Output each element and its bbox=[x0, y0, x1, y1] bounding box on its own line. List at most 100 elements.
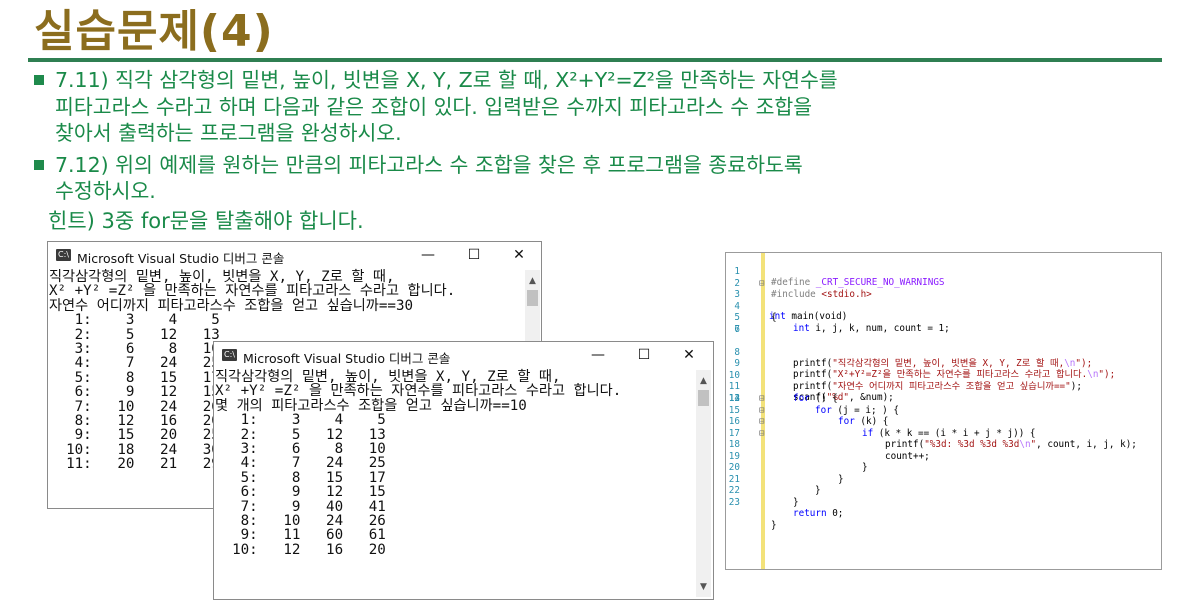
code-text: } bbox=[815, 485, 821, 496]
code-text: , &num); bbox=[848, 392, 894, 403]
close-button[interactable]: ✕ bbox=[509, 246, 529, 264]
keyword: for bbox=[793, 393, 810, 404]
code-text: (k * k == (i * i + j * j)) { bbox=[873, 427, 1036, 439]
console-titlebar[interactable]: C:\ Microsoft Visual Studio 디버그 콘솔 — ☐ ✕ bbox=[214, 342, 713, 370]
preprocessor-directive: #include bbox=[771, 288, 816, 300]
string-literal: "직각삼각형의 밑변, 높이, 빗변을 X, Y, Z로 할 때, bbox=[832, 357, 1065, 369]
code-line: 10 printf("자연수 어디까지 피타고라스수 조합을 얻고 싶습니까==… bbox=[726, 359, 1082, 392]
line-number: 19 bbox=[728, 450, 740, 462]
code-line: return 0; bbox=[726, 508, 843, 531]
console-titlebar[interactable]: C:\ Microsoft Visual Studio 디버그 콘솔 — ☐ ✕ bbox=[48, 242, 541, 270]
code-text: { bbox=[771, 311, 777, 323]
code-line: 3 ⊟ int main(void) bbox=[726, 278, 847, 322]
keyword: return bbox=[793, 508, 827, 519]
function-name: printf( bbox=[885, 439, 925, 450]
scroll-up-arrow-icon[interactable]: ▲ bbox=[696, 374, 711, 388]
code-line: 4 { bbox=[726, 290, 776, 323]
console-app-icon: C:\ bbox=[56, 249, 71, 261]
console-app-icon: C:\ bbox=[222, 349, 237, 361]
escape-sequence: \n bbox=[1019, 439, 1031, 450]
code-text: main(void) bbox=[791, 311, 848, 322]
code-line: } bbox=[726, 520, 777, 542]
collapse-icon[interactable]: ⊟ bbox=[759, 405, 765, 416]
collapse-icon[interactable]: ⊟ bbox=[759, 428, 765, 439]
function-name: printf( bbox=[793, 380, 833, 392]
scroll-down-arrow-icon[interactable]: ▼ bbox=[696, 580, 711, 594]
close-button[interactable]: ✕ bbox=[679, 346, 699, 364]
keyword: for bbox=[838, 416, 855, 427]
preprocessor-directive: #define bbox=[771, 277, 811, 288]
string-literal: "자연수 어디까지 피타고라스수 조합을 얻고 싶습니까==" bbox=[832, 380, 1071, 392]
collapse-icon[interactable]: ⊟ bbox=[759, 278, 765, 289]
function-name: printf( bbox=[793, 369, 833, 380]
line-number: 17 bbox=[728, 427, 740, 439]
macro-name: _CRT_SECURE_NO_WARNINGS bbox=[815, 277, 945, 288]
line-number: 22 bbox=[728, 485, 740, 496]
code-line: 5 int i, j, k, num, count = 1; bbox=[726, 301, 949, 334]
code-text: (j = i; ) { bbox=[831, 404, 899, 416]
line-number: 14 bbox=[728, 393, 740, 404]
escape-sequence: \n bbox=[1064, 357, 1076, 369]
bullet-7-11-line-3: 찾아서 출력하는 프로그램을 완성하시오. bbox=[55, 121, 402, 145]
console-output: 직각삼각형의 밑변, 높이, 빗변을 X, Y, Z로 할 때, X² +Y² … bbox=[215, 369, 622, 558]
maximize-button[interactable]: ☐ bbox=[634, 346, 654, 364]
code-text: i, j, k, num, count = 1; bbox=[815, 323, 950, 334]
scrollbar-thumb[interactable] bbox=[527, 290, 538, 306]
function-name: printf( bbox=[793, 357, 833, 369]
escape-sequence: \n bbox=[1087, 369, 1099, 380]
code-line: 11 scanf("%d", &num); bbox=[726, 370, 894, 403]
code-line: 9 printf("X²+Y²=Z²을 만족하는 자연수를 피타고라스 수라고 … bbox=[726, 347, 1115, 380]
code-text: } bbox=[793, 496, 799, 508]
bullet-marker bbox=[34, 75, 44, 85]
bullet-7-11-line-2: 피타고라스 수라고 하며 다음과 같은 조합이 있다. 입력받은 수까지 피타고… bbox=[55, 95, 813, 119]
code-text: 0; bbox=[826, 508, 844, 519]
title-divider bbox=[28, 58, 1162, 62]
code-text: } bbox=[862, 462, 868, 473]
keyword: if bbox=[862, 427, 874, 439]
scroll-up-arrow-icon[interactable]: ▲ bbox=[525, 274, 540, 288]
slide-title: 실습문제(4) bbox=[34, 6, 274, 57]
minimize-button[interactable]: — bbox=[588, 346, 608, 364]
code-text: } bbox=[838, 473, 844, 485]
line-number: 18 bbox=[728, 439, 740, 450]
code-text: (k) { bbox=[854, 416, 889, 427]
scrollbar-thumb[interactable] bbox=[698, 390, 709, 406]
string-literal: "); bbox=[1098, 369, 1116, 380]
string-literal: "X²+Y²=Z²을 만족하는 자연수를 피타고라스 수라고 합니다. bbox=[832, 369, 1088, 380]
code-line: 1 #define _CRT_SECURE_NO_WARNINGS bbox=[726, 255, 944, 288]
hint-text: 힌트) 3중 for문을 탈출해야 합니다. bbox=[48, 209, 364, 233]
include-header: <stdio.h> bbox=[821, 288, 872, 300]
line-number: 7 bbox=[734, 324, 740, 335]
minimize-button[interactable]: — bbox=[418, 246, 438, 264]
code-text: , count, i, j, k); bbox=[1036, 439, 1137, 450]
code-text: ); bbox=[1070, 380, 1082, 392]
line-number: 20 bbox=[728, 462, 740, 473]
line-number: 16 bbox=[728, 416, 740, 427]
code-editor[interactable]: 1 #define _CRT_SECURE_NO_WARNINGS 2 #inc… bbox=[725, 252, 1162, 570]
bullet-7-11-line-1: 7.11) 직각 삼각형의 밑변, 높이, 빗변을 X, Y, Z로 할 때, … bbox=[55, 68, 838, 92]
code-line: 6 bbox=[726, 313, 748, 335]
console-title: Microsoft Visual Studio 디버그 콘솔 bbox=[77, 251, 285, 266]
string-literal: "%3d: %3d %3d %3d bbox=[924, 439, 1020, 450]
code-line: 2 #include <stdio.h> bbox=[726, 267, 871, 300]
code-text: () { bbox=[809, 393, 838, 404]
collapse-icon[interactable]: ⊟ bbox=[759, 416, 765, 427]
code-line: 12 bbox=[726, 382, 748, 404]
debug-console-window-2[interactable]: C:\ Microsoft Visual Studio 디버그 콘솔 — ☐ ✕… bbox=[213, 341, 714, 600]
line-number: 23 bbox=[728, 496, 740, 508]
console-scrollbar[interactable]: ▲ ▼ bbox=[696, 370, 711, 597]
maximize-button[interactable]: ☐ bbox=[464, 246, 484, 264]
keyword: int bbox=[793, 323, 810, 334]
code-text: } bbox=[771, 519, 777, 531]
keyword: for bbox=[815, 404, 832, 416]
bullet-7-12-line-2: 수정하시오. bbox=[55, 179, 156, 203]
code-text: count++; bbox=[885, 450, 930, 462]
code-line: 23 } bbox=[726, 497, 799, 519]
line-number: 15 bbox=[728, 404, 740, 416]
console-title: Microsoft Visual Studio 디버그 콘솔 bbox=[243, 351, 451, 366]
bullet-marker bbox=[34, 160, 44, 170]
string-literal: "); bbox=[1075, 357, 1093, 369]
code-line: 8 printf("직각삼각형의 밑변, 높이, 빗변을 X, Y, Z로 할 … bbox=[726, 336, 1092, 369]
collapse-icon[interactable]: ⊟ bbox=[759, 393, 765, 404]
line-number: 21 bbox=[728, 473, 740, 485]
